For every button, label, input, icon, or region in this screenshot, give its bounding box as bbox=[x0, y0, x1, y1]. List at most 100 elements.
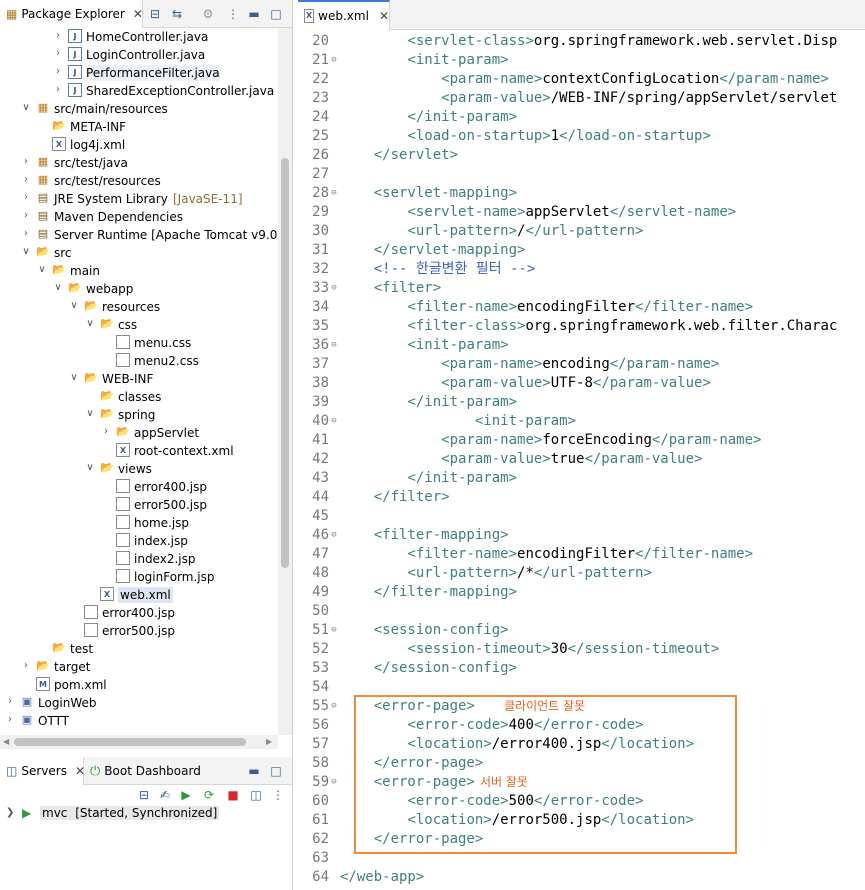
code-line[interactable]: 44 </filter> bbox=[298, 488, 865, 507]
fold-toggle-icon[interactable]: ⊖ bbox=[329, 526, 339, 545]
link-with-editor-icon[interactable]: ⇆ bbox=[169, 6, 185, 22]
chevron-down-icon[interactable]: ∨ bbox=[68, 299, 80, 313]
fold-toggle-icon[interactable]: ⊖ bbox=[329, 621, 339, 640]
code-line[interactable]: 29 <servlet-name>appServlet</servlet-nam… bbox=[298, 203, 865, 222]
code-line[interactable]: 41 <param-name>forceEncoding</param-name… bbox=[298, 431, 865, 450]
code-line[interactable]: 33 ⊖ <filter> bbox=[298, 279, 865, 298]
tree-item[interactable]: index.jsp bbox=[0, 532, 278, 550]
code-line[interactable]: 50 bbox=[298, 602, 865, 621]
minimize-icon[interactable]: ▬ bbox=[246, 763, 262, 779]
tree-item[interactable]: Xweb.xml bbox=[0, 586, 278, 604]
code-line[interactable]: 37 <param-name>encoding</param-name> bbox=[298, 355, 865, 374]
code-line[interactable]: 64 </web-app> bbox=[298, 868, 865, 887]
tree-item[interactable]: › J HomeController.java bbox=[0, 28, 278, 46]
tree-vertical-scrollbar[interactable] bbox=[278, 28, 292, 735]
code-line[interactable]: 53 </session-config> bbox=[298, 659, 865, 678]
code-line[interactable]: 34 <filter-name>encodingFilter</filter-n… bbox=[298, 298, 865, 317]
tree-item[interactable]: Xlog4j.xml bbox=[0, 136, 278, 154]
tree-item[interactable]: error400.jsp bbox=[0, 478, 278, 496]
tree-item[interactable]: › 📂 appServlet bbox=[0, 424, 278, 442]
code-line[interactable]: 35 <filter-class>org.springframework.web… bbox=[298, 317, 865, 336]
tree-item[interactable]: › J PerformanceFilter.java bbox=[0, 64, 278, 82]
code-line[interactable]: 36 ⊖ <init-param> bbox=[298, 336, 865, 355]
tree-item[interactable]: Mpom.xml bbox=[0, 676, 278, 694]
code-line[interactable]: 31 </servlet-mapping> bbox=[298, 241, 865, 260]
tree-horizontal-scrollbar[interactable]: ◀ ▶ bbox=[0, 735, 278, 749]
chevron-right-icon[interactable]: › bbox=[20, 191, 32, 205]
tree-item[interactable]: menu.css bbox=[0, 334, 278, 352]
tree-item[interactable]: ∨ 📂 main bbox=[0, 262, 278, 280]
code-line[interactable]: 30 <url-pattern>/</url-pattern> bbox=[298, 222, 865, 241]
close-icon[interactable]: ✕ bbox=[75, 764, 85, 778]
collapse-all-icon[interactable]: ⊟ bbox=[147, 6, 163, 22]
fold-toggle-icon[interactable]: ⊖ bbox=[329, 412, 339, 431]
tree-item[interactable]: › J LoginController.java bbox=[0, 46, 278, 64]
close-icon[interactable]: ✕ bbox=[379, 9, 389, 23]
code-line[interactable]: 49 </filter-mapping> bbox=[298, 583, 865, 602]
server-row[interactable]: ❯ ▶ mvc [Started, Synchronized] bbox=[0, 805, 292, 823]
maximize-icon[interactable]: □ bbox=[268, 763, 284, 779]
tab-package-explorer[interactable]: ▦ Package Explorer ✕ bbox=[0, 0, 143, 28]
fold-toggle-icon[interactable]: ⊖ bbox=[329, 279, 339, 298]
tree-item[interactable]: ∨ 📂 css bbox=[0, 316, 278, 334]
tab-web-xml[interactable]: X web.xml ✕ bbox=[298, 0, 390, 30]
code-line[interactable]: 45 bbox=[298, 507, 865, 526]
tree-item[interactable]: › ▦ src/test/resources bbox=[0, 172, 278, 190]
tree-item[interactable]: 📂 test bbox=[0, 640, 278, 658]
code-line[interactable]: 26 </servlet> bbox=[298, 146, 865, 165]
tree-item[interactable]: ∨ 📂 views bbox=[0, 460, 278, 478]
start-icon[interactable]: ▶ bbox=[178, 787, 194, 803]
chevron-right-icon[interactable]: › bbox=[20, 659, 32, 673]
chevron-right-icon[interactable]: › bbox=[4, 713, 16, 727]
tree-item[interactable]: › ▤ JRE System Library [JavaSE-11] bbox=[0, 190, 278, 208]
tree-item[interactable]: › 📂 target bbox=[0, 658, 278, 676]
view-menu-icon[interactable]: ⋮ bbox=[225, 6, 241, 22]
chevron-down-icon[interactable]: ∨ bbox=[84, 317, 96, 331]
chevron-right-icon[interactable]: › bbox=[100, 425, 112, 439]
tree-item[interactable]: › ▣ OTTT bbox=[0, 712, 278, 730]
tree-item[interactable]: ∨ 📂 resources bbox=[0, 298, 278, 316]
tree-item[interactable]: Xroot-context.xml bbox=[0, 442, 278, 460]
fold-toggle-icon[interactable]: ⊖ bbox=[329, 773, 339, 792]
chevron-right-icon[interactable]: › bbox=[52, 83, 64, 97]
chevron-right-icon[interactable]: › bbox=[20, 227, 32, 241]
tree-item[interactable]: › ▦ src/test/java bbox=[0, 154, 278, 172]
code-line[interactable]: 20 <servlet-class>org.springframework.we… bbox=[298, 32, 865, 51]
code-line[interactable]: 38 <param-value>UTF-8</param-value> bbox=[298, 374, 865, 393]
code-line[interactable]: 27 bbox=[298, 165, 865, 184]
scroll-left-icon[interactable]: ◀ bbox=[3, 737, 9, 746]
code-line[interactable]: 40 ⊖ <init-param> bbox=[298, 412, 865, 431]
code-line[interactable]: 21 ⊖ <init-param> bbox=[298, 51, 865, 70]
chevron-down-icon[interactable]: ∨ bbox=[84, 407, 96, 421]
scrollbar-thumb[interactable] bbox=[14, 738, 246, 746]
chevron-right-icon[interactable]: › bbox=[52, 29, 64, 43]
code-line[interactable]: 39 </init-param> bbox=[298, 393, 865, 412]
tree-item[interactable]: ∨ 📂 WEB-INF bbox=[0, 370, 278, 388]
tree-item[interactable]: index2.jsp bbox=[0, 550, 278, 568]
chevron-down-icon[interactable]: ∨ bbox=[36, 263, 48, 277]
tree-item[interactable]: 📂 META-INF bbox=[0, 118, 278, 136]
chevron-right-icon[interactable]: › bbox=[20, 173, 32, 187]
code-line[interactable]: 47 <filter-name>encodingFilter</filter-n… bbox=[298, 545, 865, 564]
tree-item[interactable]: menu2.css bbox=[0, 352, 278, 370]
tree-item[interactable]: error500.jsp bbox=[0, 496, 278, 514]
code-line[interactable]: 32 <!-- 한글변환 필터 --> bbox=[298, 260, 865, 279]
profile-icon[interactable]: ⟳ bbox=[201, 787, 217, 803]
fold-toggle-icon[interactable]: ⊖ bbox=[329, 336, 339, 355]
close-icon[interactable]: ✕ bbox=[133, 7, 143, 21]
tree-item[interactable]: error400.jsp bbox=[0, 604, 278, 622]
tree-item[interactable]: › J SharedExceptionController.java bbox=[0, 82, 278, 100]
tree-item[interactable]: ∨ 📂 src bbox=[0, 244, 278, 262]
chevron-down-icon[interactable]: ∨ bbox=[52, 281, 64, 295]
maximize-icon[interactable]: □ bbox=[268, 6, 284, 22]
fold-toggle-icon[interactable]: ⊖ bbox=[329, 184, 339, 203]
chevron-down-icon[interactable]: ∨ bbox=[20, 101, 32, 115]
tree-item[interactable]: › ▤ Maven Dependencies bbox=[0, 208, 278, 226]
code-line[interactable]: 51 ⊖ <session-config> bbox=[298, 621, 865, 640]
tree-item[interactable]: ∨ 📂 spring bbox=[0, 406, 278, 424]
code-line[interactable]: 48 <url-pattern>/*</url-pattern> bbox=[298, 564, 865, 583]
tree-item[interactable]: › ▤ Server Runtime [Apache Tomcat v9.0] bbox=[0, 226, 278, 244]
tree-item[interactable]: loginForm.jsp bbox=[0, 568, 278, 586]
code-line[interactable]: 43 </init-param> bbox=[298, 469, 865, 488]
fold-toggle-icon[interactable]: ⊖ bbox=[329, 697, 339, 716]
